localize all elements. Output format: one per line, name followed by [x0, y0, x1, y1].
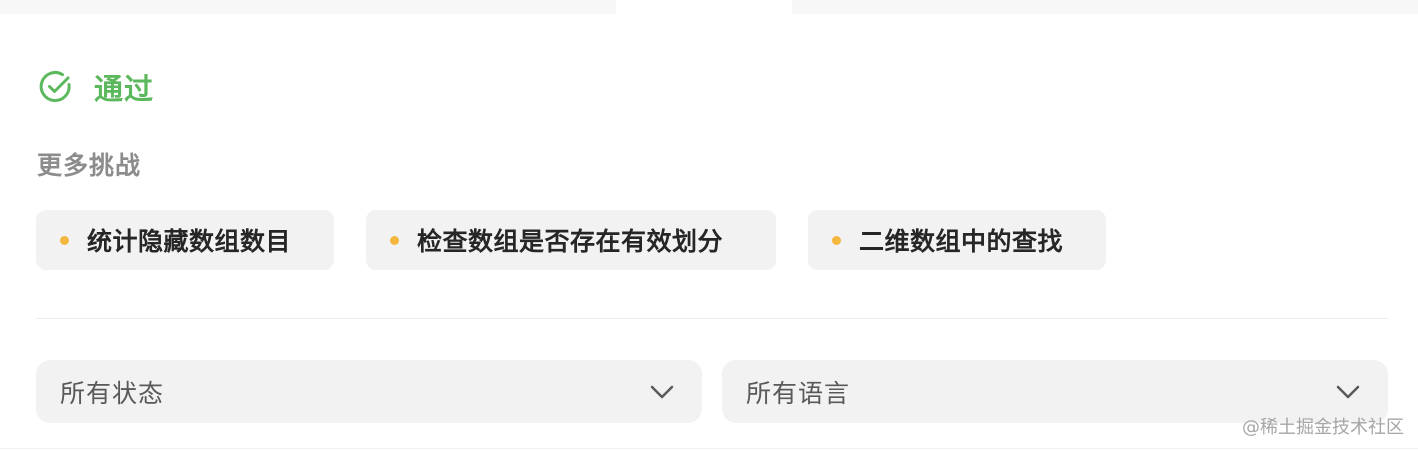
check-circle-icon — [38, 69, 74, 105]
chevron-down-icon — [1334, 378, 1362, 406]
status-filter-select[interactable]: 所有状态 — [36, 360, 702, 423]
challenge-label: 检查数组是否存在有效划分 — [417, 227, 724, 256]
status-label: 通过 — [94, 72, 155, 106]
challenge-chip[interactable]: 统计隐藏数组数目 — [36, 210, 334, 270]
top-tab-strip-right — [792, 0, 1418, 14]
difficulty-dot — [390, 235, 399, 245]
chevron-down-icon — [648, 378, 676, 406]
challenge-chip[interactable]: 检查数组是否存在有效划分 — [366, 210, 776, 270]
difficulty-dot — [60, 235, 69, 245]
difficulty-dot — [832, 235, 841, 245]
bottom-divider — [0, 448, 1418, 449]
section-divider — [36, 318, 1388, 319]
watermark: @稀土掘金技术社区 — [1242, 417, 1404, 438]
status-filter-value: 所有状态 — [60, 378, 165, 408]
challenge-label: 统计隐藏数组数目 — [87, 227, 292, 256]
challenge-chip[interactable]: 二维数组中的查找 — [808, 210, 1106, 270]
top-tab-strip-left — [0, 0, 616, 14]
challenge-label: 二维数组中的查找 — [859, 227, 1064, 256]
result-status: 通过 — [38, 68, 154, 106]
more-challenges-title: 更多挑战 — [37, 151, 142, 180]
challenge-list: 统计隐藏数组数目 检查数组是否存在有效划分 二维数组中的查找 — [36, 210, 1106, 270]
language-filter-value: 所有语言 — [746, 378, 851, 408]
